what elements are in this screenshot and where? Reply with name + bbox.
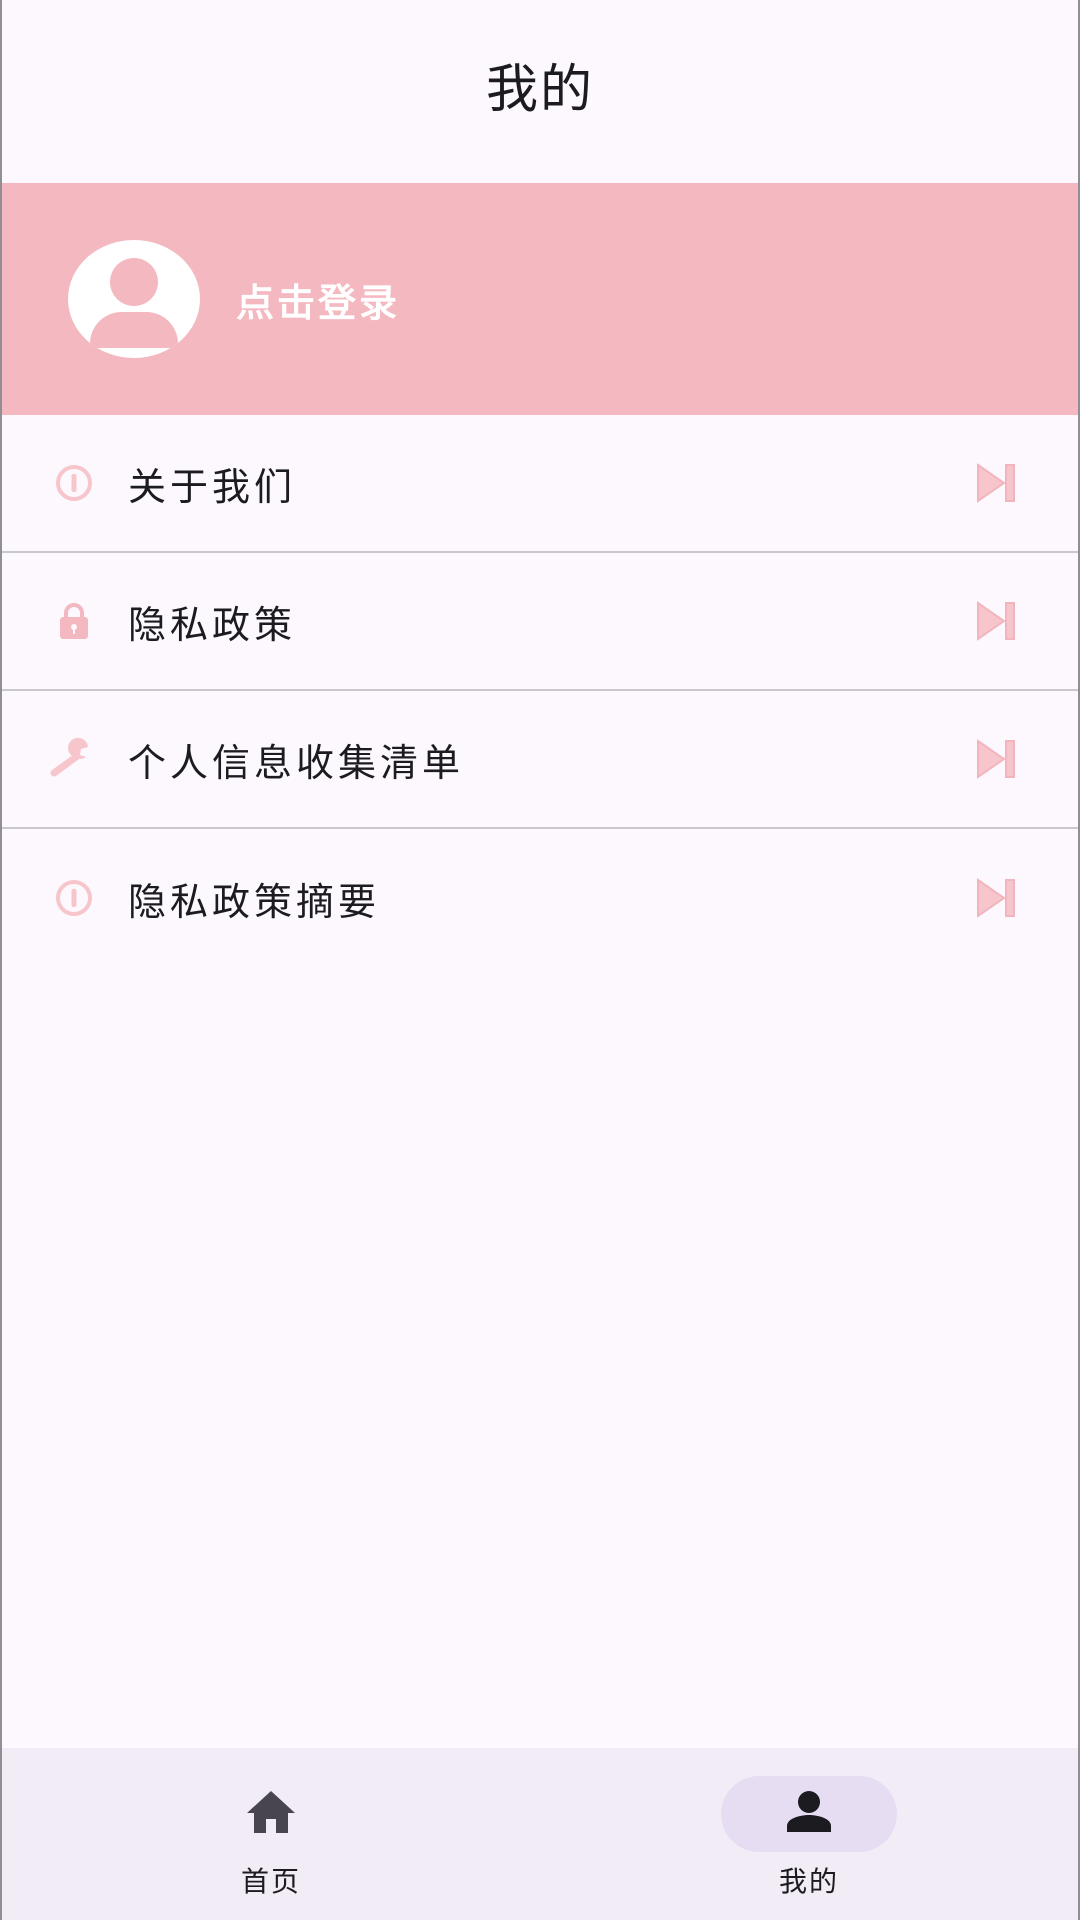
nav-label: 我的 <box>778 1865 839 1898</box>
menu-item-label: 关于我们 <box>128 464 297 509</box>
bottom-navigation: 首页 我的 <box>2 1748 1078 1920</box>
menu-item-privacy-summary[interactable]: 隐私政策摘要 <box>2 829 1078 967</box>
wrench-icon <box>50 735 98 783</box>
lock-icon <box>50 597 98 645</box>
nav-item-mine[interactable]: 我的 <box>540 1748 1078 1920</box>
nav-pill[interactable] <box>183 1776 359 1852</box>
skip-next-icon <box>974 461 1018 505</box>
menu-item-privacy-policy[interactable]: 隐私政策 <box>2 553 1078 691</box>
login-link[interactable]: 点击登录 <box>236 272 400 327</box>
menu-item-label: 个人信息收集清单 <box>128 740 465 785</box>
info-icon <box>50 874 98 922</box>
avatar[interactable] <box>68 240 200 358</box>
skip-next-icon <box>974 599 1018 643</box>
menu-item-label: 隐私政策摘要 <box>128 879 381 924</box>
home-icon <box>245 1789 297 1839</box>
info-icon <box>50 459 98 507</box>
person-icon <box>785 1790 833 1838</box>
profile-screen: 我的 点击登录 关于我们 隐私政策 个人信息收集清单 隐私政策摘要 首页 我的 <box>0 0 1080 1920</box>
page-title: 我的 <box>485 60 594 120</box>
nav-label: 首页 <box>240 1865 301 1898</box>
menu-item-personal-info-list[interactable]: 个人信息收集清单 <box>2 691 1078 829</box>
nav-item-home[interactable]: 首页 <box>2 1748 540 1920</box>
menu-list: 关于我们 隐私政策 个人信息收集清单 隐私政策摘要 <box>2 415 1078 967</box>
avatar-body-shape <box>90 312 178 348</box>
skip-next-icon <box>974 737 1018 781</box>
nav-pill-active[interactable] <box>721 1776 897 1852</box>
login-banner[interactable]: 点击登录 <box>2 183 1078 415</box>
avatar-head-shape <box>110 258 158 306</box>
menu-item-about-us[interactable]: 关于我们 <box>2 415 1078 553</box>
skip-next-icon <box>974 876 1018 920</box>
app-header: 我的 <box>2 0 1078 183</box>
menu-item-label: 隐私政策 <box>128 602 297 647</box>
